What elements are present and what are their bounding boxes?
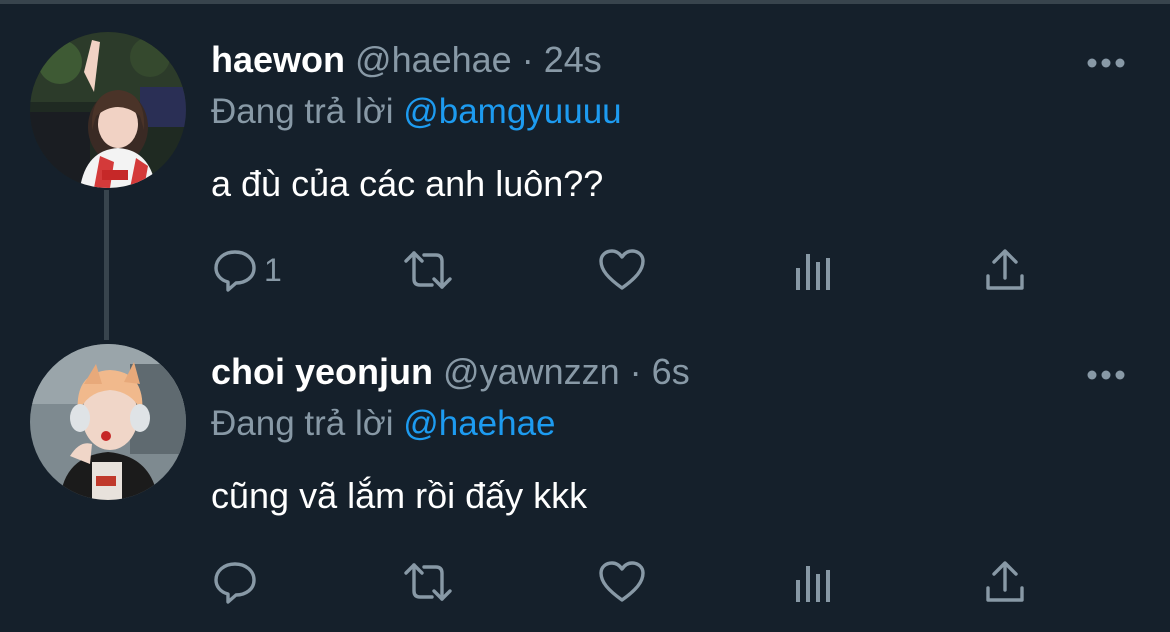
user-handle[interactable]: @haehae bbox=[355, 39, 512, 80]
share-button[interactable] bbox=[984, 246, 1026, 294]
share-button[interactable] bbox=[984, 558, 1026, 606]
display-name[interactable]: choi yeonjun bbox=[211, 351, 433, 392]
reply-button[interactable]: 1 bbox=[212, 246, 282, 294]
avatar[interactable] bbox=[30, 32, 186, 188]
separator-dot: · bbox=[521, 39, 534, 80]
top-divider bbox=[0, 0, 1170, 4]
replying-to: Đang trả lời @haehae bbox=[211, 402, 556, 446]
like-button[interactable] bbox=[598, 558, 646, 606]
heart-icon bbox=[598, 560, 646, 604]
like-button[interactable] bbox=[598, 246, 646, 294]
reply-icon bbox=[212, 247, 258, 293]
analytics-button[interactable] bbox=[794, 558, 834, 606]
analytics-icon bbox=[794, 248, 834, 292]
display-name[interactable]: haewon bbox=[211, 39, 345, 80]
avatar[interactable] bbox=[30, 344, 186, 500]
share-icon bbox=[984, 560, 1026, 604]
tweet[interactable]: haewon @haehae · 24s Đang trả lời @bamgy… bbox=[0, 28, 1170, 328]
tweet-text: cũng vã lắm rồi đấy kkk bbox=[211, 475, 588, 516]
tweet-text: a đù của các anh luôn?? bbox=[211, 163, 604, 204]
analytics-button[interactable] bbox=[794, 246, 834, 294]
tweet-actions bbox=[212, 558, 1052, 606]
tweet[interactable]: choi yeonjun @yawnzzn · 6s Đang trả lời … bbox=[0, 340, 1170, 632]
thread-view: haewon @haehae · 24s Đang trả lời @bamgy… bbox=[0, 0, 1170, 632]
replying-to: Đang trả lời @bamgyuuuu bbox=[211, 90, 622, 134]
replying-to-label: Đang trả lời bbox=[211, 404, 394, 443]
tweet-header: haewon @haehae · 24s bbox=[211, 38, 602, 82]
user-handle[interactable]: @yawnzzn bbox=[443, 351, 620, 392]
timestamp[interactable]: 24s bbox=[544, 39, 602, 80]
retweet-icon bbox=[402, 247, 454, 293]
retweet-button[interactable] bbox=[402, 246, 454, 294]
tweet-actions: 1 bbox=[212, 246, 1052, 294]
replying-to-label: Đang trả lời bbox=[211, 92, 394, 131]
retweet-icon bbox=[402, 559, 454, 605]
analytics-icon bbox=[794, 560, 834, 604]
reply-count: 1 bbox=[264, 251, 282, 288]
timestamp[interactable]: 6s bbox=[652, 351, 690, 392]
reply-icon bbox=[212, 559, 258, 605]
separator-dot: · bbox=[629, 351, 642, 392]
reply-button[interactable] bbox=[212, 558, 264, 606]
tweet-header: choi yeonjun @yawnzzn · 6s bbox=[211, 350, 690, 394]
retweet-button[interactable] bbox=[402, 558, 454, 606]
share-icon bbox=[984, 248, 1026, 292]
mention-link[interactable]: @bamgyuuuu bbox=[403, 92, 621, 131]
more-icon[interactable] bbox=[1086, 56, 1126, 68]
mention-link[interactable]: @haehae bbox=[403, 404, 555, 443]
heart-icon bbox=[598, 248, 646, 292]
more-icon[interactable] bbox=[1086, 368, 1126, 380]
